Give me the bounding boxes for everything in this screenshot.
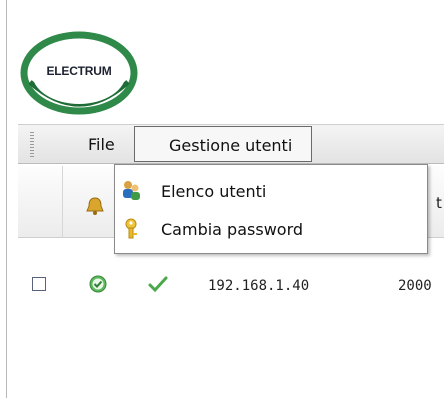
menu-gestione-utenti[interactable]: Gestione utenti <box>134 126 312 162</box>
logo-text: ELECTRUM <box>46 64 112 78</box>
menu-item-label: Elenco utenti <box>161 182 267 201</box>
port-value: 2000 <box>398 278 432 294</box>
gestione-utenti-dropdown: Elenco utenti Cambia password <box>114 164 428 254</box>
key-icon <box>121 218 141 240</box>
window-left-border <box>0 0 7 398</box>
row-checkbox[interactable] <box>32 277 46 291</box>
ok-circle-icon <box>89 275 107 293</box>
table-row[interactable]: 192.168.1.40 2000 <box>18 270 444 306</box>
header-column-separator[interactable] <box>62 166 63 238</box>
toolbar-grip[interactable] <box>30 132 34 158</box>
menu-bar: File Gestione utenti <box>18 124 444 164</box>
electrum-logo: ELECTRUM <box>20 30 138 116</box>
bell-icon[interactable] <box>86 196 104 216</box>
users-icon <box>121 180 141 202</box>
menu-item-label: Cambia password <box>161 220 304 239</box>
column-header-partial[interactable]: t <box>436 194 442 212</box>
checkmark-icon <box>148 275 168 293</box>
menu-item-cambia-password[interactable]: Cambia password <box>115 213 427 245</box>
menu-item-elenco-utenti[interactable]: Elenco utenti <box>115 175 427 207</box>
menu-file[interactable]: File <box>88 135 115 154</box>
ip-address: 192.168.1.40 <box>208 278 310 294</box>
